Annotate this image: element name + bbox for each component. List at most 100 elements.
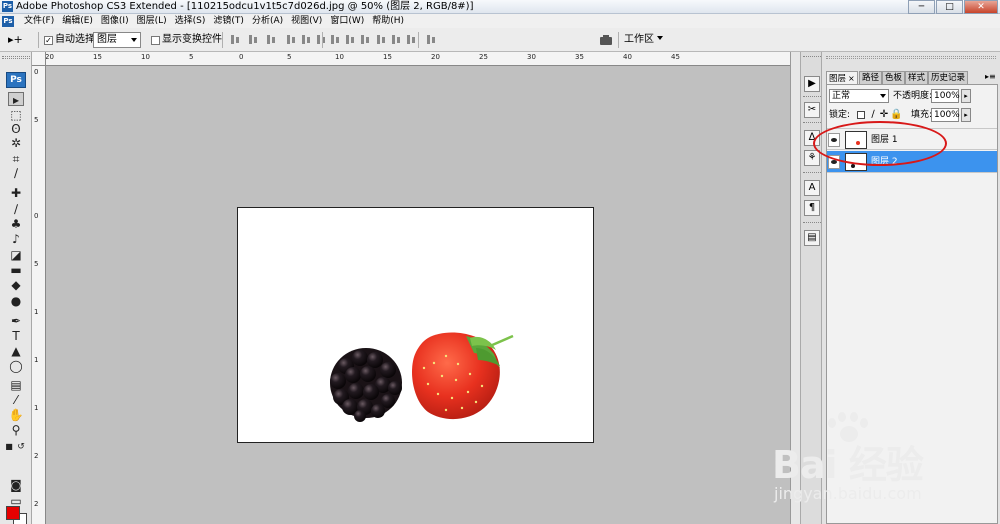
notes-tool-icon[interactable]: ▤ bbox=[8, 378, 24, 392]
navigator-icon[interactable]: ▶ bbox=[804, 76, 820, 92]
history-brush-tool-icon[interactable]: ♪ bbox=[8, 232, 24, 246]
lasso-tool-icon[interactable]: ʘ bbox=[8, 122, 24, 136]
bridge-icon[interactable] bbox=[598, 33, 614, 47]
opacity-field[interactable]: 100% bbox=[931, 89, 960, 103]
swap-colors-icon[interactable]: ↺ bbox=[16, 440, 26, 454]
distribute-vcenter-icon[interactable] bbox=[345, 34, 356, 46]
dock-grip[interactable] bbox=[803, 56, 821, 59]
dodge-tool-icon[interactable]: ● bbox=[8, 294, 24, 308]
pen-tool-icon[interactable]: ✒ bbox=[8, 314, 24, 328]
blur-tool-icon[interactable]: ◆ bbox=[8, 278, 24, 292]
menu-view[interactable]: 视图(V) bbox=[287, 14, 326, 28]
auto-select-checkbox[interactable]: ✓ bbox=[44, 36, 53, 45]
align-bottom-icon[interactable] bbox=[266, 34, 277, 46]
healing-brush-tool-icon[interactable]: ✚ bbox=[8, 186, 24, 200]
ruler-label: 2 bbox=[34, 500, 39, 508]
ruler-label: 0 bbox=[34, 212, 39, 220]
toolbox-grip[interactable] bbox=[2, 56, 30, 59]
tools-preset-icon[interactable]: ✂ bbox=[804, 102, 820, 118]
ruler-horizontal[interactable]: 20 15 10 5 0 5 10 15 20 25 30 35 40 45 bbox=[32, 52, 790, 66]
tab-history[interactable]: 历史记录 bbox=[928, 71, 969, 85]
menu-edit[interactable]: 编辑(E) bbox=[58, 14, 97, 28]
options-bar: ▸+ ✓ 自动选择: 图层 显示变换控件 工作区 bbox=[0, 28, 1000, 52]
default-colors-icon[interactable]: ■ bbox=[4, 440, 14, 454]
ruler-label: 20 bbox=[431, 53, 440, 61]
options-separator bbox=[322, 32, 323, 48]
menu-select[interactable]: 选择(S) bbox=[171, 14, 210, 28]
align-top-icon[interactable] bbox=[230, 34, 241, 46]
lock-transparent-icon[interactable] bbox=[857, 111, 865, 119]
close-button[interactable]: ✕ bbox=[964, 0, 998, 14]
hand-tool-icon[interactable]: ✋ bbox=[8, 408, 24, 422]
close-icon[interactable]: × bbox=[848, 74, 855, 83]
crop-tool-icon[interactable]: ⌗ bbox=[8, 152, 24, 166]
tab-layers-label: 图层 bbox=[829, 74, 847, 84]
workspace-button[interactable]: 工作区 bbox=[624, 33, 663, 47]
brush-tool-icon[interactable]: ∕ bbox=[8, 202, 24, 216]
tool-preset-picker[interactable]: ▸+ bbox=[8, 33, 34, 47]
foreground-color-swatch[interactable] bbox=[6, 506, 20, 520]
shape-tool-icon[interactable]: ◯ bbox=[8, 359, 24, 373]
minimize-button[interactable]: ─ bbox=[908, 0, 935, 14]
quick-mask-tool-icon[interactable]: ◙ bbox=[8, 478, 24, 492]
fill-field[interactable]: 100% bbox=[931, 108, 960, 122]
tab-paths[interactable]: 路径 bbox=[859, 71, 883, 85]
gradient-tool-icon[interactable]: ▬ bbox=[8, 263, 24, 277]
transform-controls-checkbox[interactable] bbox=[151, 36, 160, 45]
ps-logo[interactable]: Ps bbox=[6, 72, 26, 88]
distribute-right-icon[interactable] bbox=[406, 34, 417, 46]
menu-layer[interactable]: 图层(L) bbox=[133, 14, 171, 28]
document-canvas[interactable] bbox=[237, 207, 594, 443]
distribute-hcenter-icon[interactable] bbox=[391, 34, 402, 46]
tab-styles[interactable]: 样式 bbox=[905, 71, 929, 85]
blend-mode-dropdown[interactable]: 正常 bbox=[829, 89, 889, 103]
menu-filter[interactable]: 滤镜(T) bbox=[209, 14, 248, 28]
zoom-tool-icon[interactable]: ⚲ bbox=[8, 423, 24, 437]
magic-wand-tool-icon[interactable]: ✲ bbox=[8, 136, 24, 150]
type-tool-icon[interactable]: T bbox=[8, 329, 24, 343]
options-separator bbox=[222, 32, 223, 48]
ruler-origin[interactable] bbox=[32, 52, 46, 66]
maximize-button[interactable]: □ bbox=[936, 0, 963, 14]
character-icon[interactable]: A bbox=[804, 180, 820, 196]
path-selection-tool-icon[interactable]: ▲ bbox=[8, 344, 24, 358]
panel-menu-icon[interactable]: ▸≡ bbox=[985, 72, 996, 82]
ruler-label: 15 bbox=[383, 53, 392, 61]
transform-controls-label: 显示变换控件 bbox=[162, 34, 222, 45]
align-vcenter-icon[interactable] bbox=[248, 34, 259, 46]
options-separator bbox=[38, 32, 39, 48]
menu-window[interactable]: 窗口(W) bbox=[326, 14, 368, 28]
move-tool-icon[interactable]: ▸ bbox=[8, 92, 24, 107]
align-hcenter-icon[interactable] bbox=[301, 34, 312, 46]
canvas-work-area[interactable] bbox=[46, 66, 790, 524]
lock-all-icon[interactable]: 🔒 bbox=[890, 109, 902, 121]
tab-layers[interactable]: 图层 × bbox=[826, 71, 858, 85]
auto-select-dropdown[interactable]: 图层 bbox=[93, 32, 141, 48]
align-left-icon[interactable] bbox=[286, 34, 297, 46]
ruler-label: 5 bbox=[287, 53, 292, 61]
paragraph-icon[interactable]: ¶ bbox=[804, 200, 820, 216]
distribute-top-icon[interactable] bbox=[330, 34, 341, 46]
ruler-vertical[interactable]: 0 5 0 5 1 1 1 2 2 bbox=[32, 66, 46, 524]
menu-file[interactable]: 文件(F) bbox=[20, 14, 58, 28]
marquee-tool-icon[interactable]: ⬚ bbox=[8, 108, 24, 122]
blend-mode-value: 正常 bbox=[832, 91, 851, 101]
menu-image[interactable]: 图像(I) bbox=[97, 14, 133, 28]
panel-grip[interactable] bbox=[826, 56, 996, 59]
clone-stamp-tool-icon[interactable]: ♣ bbox=[8, 217, 24, 231]
fill-slider-button[interactable]: ▸ bbox=[961, 108, 971, 122]
menu-analysis[interactable]: 分析(A) bbox=[248, 14, 287, 28]
ps-menu-icon[interactable]: Ps bbox=[2, 15, 14, 27]
opacity-slider-button[interactable]: ▸ bbox=[961, 89, 971, 103]
lock-position-icon[interactable]: ✛ bbox=[879, 109, 889, 121]
tab-swatches[interactable]: 色板 bbox=[882, 71, 906, 85]
eyedropper-tool-icon[interactable]: ∕ bbox=[8, 166, 24, 180]
eyedropper2-tool-icon[interactable]: ⁄ bbox=[8, 393, 24, 407]
distribute-bottom-icon[interactable] bbox=[360, 34, 371, 46]
lock-pixels-icon[interactable]: ∕ bbox=[868, 109, 878, 121]
menu-help[interactable]: 帮助(H) bbox=[368, 14, 408, 28]
eraser-tool-icon[interactable]: ◪ bbox=[8, 248, 24, 262]
layer-comps-icon[interactable]: ▤ bbox=[804, 230, 820, 246]
distribute-left-icon[interactable] bbox=[376, 34, 387, 46]
auto-align-layers-icon[interactable] bbox=[426, 34, 437, 46]
